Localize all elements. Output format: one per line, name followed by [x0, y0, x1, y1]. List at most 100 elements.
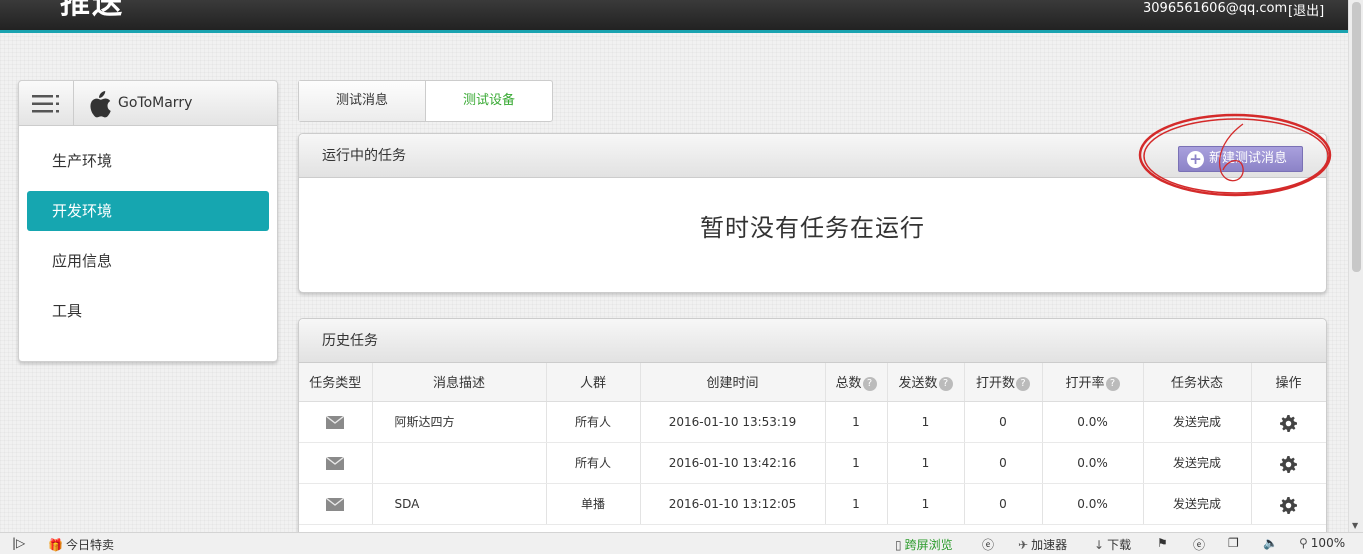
mail-icon — [326, 415, 345, 429]
history-tasks-header: 历史任务 — [299, 319, 1326, 363]
cell-opened: 0 — [964, 483, 1043, 525]
scroll-down-arrow-icon[interactable]: ▼ — [1352, 521, 1358, 530]
phone-icon: ▯ — [895, 538, 902, 552]
cell-status: 发送完成 — [1143, 401, 1252, 443]
cell-description: SDA — [372, 483, 547, 525]
tab-test-devices[interactable]: 测试设备 — [426, 81, 552, 121]
cell-open-rate: 0.0% — [1042, 442, 1144, 484]
running-tasks-title: 运行中的任务 — [322, 148, 406, 164]
cell-description — [372, 442, 547, 484]
rocket-icon: ✈ — [1018, 538, 1029, 552]
browser-status-bar: |▷ 🎁 今日特卖 ▯ 跨屏浏览 ⓔ ✈ 加速器 ↓ 下载 ⚑ ⓔ ❐ 🔈 ⚲ 100% — [0, 532, 1363, 554]
download-label: 下载 — [1107, 538, 1132, 552]
today-deals-link[interactable]: 🎁 今日特卖 — [48, 536, 114, 553]
cell-description: 阿斯达四方 — [372, 401, 547, 443]
col-header-description: 消息描述 — [372, 363, 547, 402]
download-icon: ↓ — [1094, 538, 1105, 552]
new-test-message-button[interactable]: + 新建测试消息 — [1178, 146, 1303, 172]
cell-type — [299, 483, 373, 525]
cell-actions — [1251, 401, 1326, 443]
browser-logo-icon[interactable]: ⓔ — [1193, 536, 1205, 553]
gift-icon: 🎁 — [48, 538, 63, 552]
cell-open-rate: 0.0% — [1042, 401, 1144, 443]
cell-created: 2016-01-10 13:53:19 — [640, 401, 826, 443]
cell-status: 发送完成 — [1143, 483, 1252, 525]
cell-created: 2016-01-10 13:12:05 — [640, 483, 826, 525]
help-icon[interactable]: ? — [938, 376, 953, 391]
gear-icon[interactable] — [1280, 456, 1297, 473]
volume-icon[interactable]: 🔈 — [1263, 536, 1278, 550]
magnifier-icon: ⚲ — [1299, 536, 1308, 550]
help-icon[interactable]: ? — [1105, 376, 1120, 391]
running-tasks-header: 运行中的任务 + 新建测试消息 — [299, 134, 1326, 178]
window-icon[interactable]: ❐ — [1228, 536, 1239, 550]
col-header-opened-label: 打开数 — [975, 376, 1015, 392]
mail-icon — [326, 456, 345, 470]
sidebar-toggle-icon[interactable]: |▷ — [12, 536, 25, 550]
zoom-level: 100% — [1310, 536, 1346, 550]
cell-actions — [1251, 483, 1326, 525]
col-header-total: 总数? — [825, 363, 888, 402]
cell-type — [299, 401, 373, 443]
sidebar: GoToMarry 生产环境 开发环境 应用信息 工具 — [18, 80, 278, 362]
cell-sent: 1 — [887, 442, 965, 484]
sidebar-nav: 生产环境 开发环境 应用信息 工具 — [19, 126, 277, 331]
app-name: GoToMarry — [118, 95, 193, 111]
cell-created: 2016-01-10 13:42:16 — [640, 442, 826, 484]
user-email: 3096561606@qq.com — [1143, 1, 1288, 16]
cross-screen-link[interactable]: ▯ 跨屏浏览 — [895, 536, 953, 553]
menu-icon[interactable] — [19, 81, 74, 125]
today-deals-label: 今日特卖 — [65, 538, 114, 552]
cell-sent: 1 — [887, 483, 965, 525]
accelerator-label: 加速器 — [1031, 538, 1068, 552]
cell-type — [299, 442, 373, 484]
col-header-open-rate-label: 打开率 — [1065, 376, 1105, 392]
col-header-open-rate: 打开率? — [1042, 363, 1144, 402]
cell-audience: 所有人 — [546, 401, 641, 443]
help-icon[interactable]: ? — [862, 376, 877, 391]
table-row: 阿斯达四方 所有人 2016-01-10 13:53:19 1 1 0 0.0%… — [299, 401, 1326, 443]
flag-icon[interactable]: ⚑ — [1157, 536, 1168, 550]
cell-total: 1 — [825, 401, 888, 443]
history-tasks-title: 历史任务 — [322, 333, 378, 349]
mail-icon — [326, 497, 345, 511]
col-header-actions: 操作 — [1251, 363, 1326, 402]
empty-state-message: 暂时没有任务在运行 — [700, 214, 925, 242]
cell-sent: 1 — [887, 401, 965, 443]
cell-total: 1 — [825, 483, 888, 525]
ie-mode-icon[interactable]: ⓔ — [982, 536, 994, 553]
gear-icon[interactable] — [1280, 497, 1297, 514]
col-header-audience: 人群 — [546, 363, 641, 402]
col-header-status: 任务状态 — [1143, 363, 1252, 402]
apple-icon — [90, 91, 111, 118]
help-icon[interactable]: ? — [1016, 376, 1030, 391]
running-tasks-panel: 运行中的任务 + 新建测试消息 暂时没有任务在运行 — [298, 133, 1327, 293]
cell-audience: 单播 — [546, 483, 641, 525]
gear-icon[interactable] — [1280, 415, 1297, 432]
cell-opened: 0 — [964, 442, 1043, 484]
table-row: SDA 单播 2016-01-10 13:12:05 1 1 0 0.0% 发送… — [299, 483, 1326, 525]
tab-bar: 测试消息 测试设备 — [298, 80, 553, 122]
sidebar-item-production[interactable]: 生产环境 — [27, 141, 269, 181]
col-header-opened: 打开数? — [964, 363, 1043, 402]
scrollbar-thumb[interactable] — [1352, 2, 1361, 272]
logout-link[interactable]: [退出] — [1288, 0, 1324, 19]
accelerator-link[interactable]: ✈ 加速器 — [1018, 536, 1067, 553]
sidebar-item-development[interactable]: 开发环境 — [27, 191, 269, 231]
zoom-control[interactable]: ⚲ 100% — [1299, 536, 1345, 550]
sidebar-item-tools[interactable]: 工具 — [27, 291, 269, 331]
col-header-created: 创建时间 — [640, 363, 826, 402]
cell-open-rate: 0.0% — [1042, 483, 1144, 525]
sidebar-item-app-info[interactable]: 应用信息 — [27, 241, 269, 281]
plus-circle-icon: + — [1187, 151, 1204, 168]
tab-test-messages[interactable]: 测试消息 — [299, 81, 426, 121]
cross-screen-label: 跨屏浏览 — [904, 538, 953, 552]
table-row: 所有人 2016-01-10 13:42:16 1 1 0 0.0% 发送完成 — [299, 442, 1326, 484]
page-scrollbar[interactable]: ▼ — [1348, 0, 1363, 532]
col-header-sent: 发送数? — [887, 363, 965, 402]
top-bar: 推送 3096561606@qq.com [退出] — [0, 0, 1348, 33]
history-tasks-panel: 历史任务 任务类型 消息描述 人群 创建时间 总数? 发送数? 打开数? 打开率… — [298, 318, 1327, 554]
download-link[interactable]: ↓ 下载 — [1094, 536, 1131, 553]
cell-status: 发送完成 — [1143, 442, 1252, 484]
col-header-total-label: 总数 — [835, 376, 862, 392]
